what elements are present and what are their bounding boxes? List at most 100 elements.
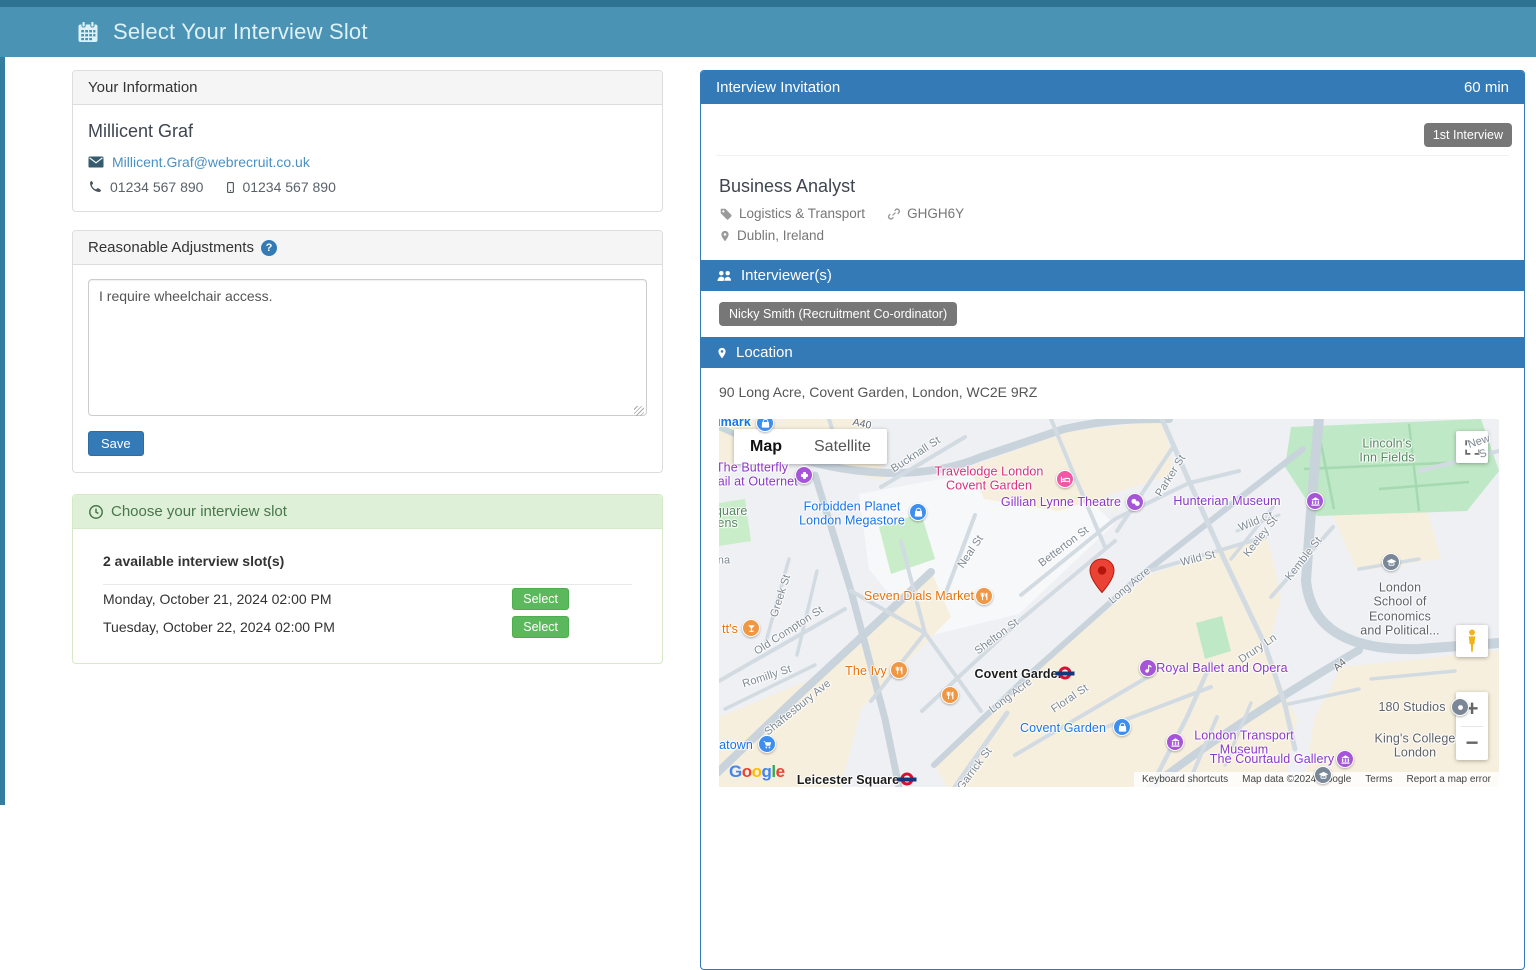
map-museum-icon[interactable] <box>1336 750 1354 768</box>
map-music-icon[interactable] <box>1139 659 1157 677</box>
reasonable-adjustments-title: Reasonable Adjustments <box>88 239 254 256</box>
email-icon <box>88 155 104 169</box>
map-poi-label: Lincoln's Inn Fields <box>1359 437 1414 466</box>
map-street-label: na <box>719 555 730 568</box>
map-poi-label: Forbidden Planet London Megastore <box>799 500 905 529</box>
job-title: Business Analyst <box>719 176 1506 197</box>
map-poi-label: rdens <box>719 516 738 530</box>
map-theatre-icon[interactable] <box>1126 493 1144 511</box>
map-poi-label: Leicester Square <box>797 773 899 787</box>
job-sector: Logistics & Transport <box>739 206 865 221</box>
map-poi-label: London School of Economics and Political… <box>1360 580 1439 638</box>
adjustments-textarea[interactable]: I require wheelchair access. <box>88 279 647 416</box>
map-school-icon[interactable] <box>1314 766 1332 784</box>
map-poi-label: atown <box>719 738 753 752</box>
link-icon <box>887 207 901 221</box>
pegman-control[interactable] <box>1456 625 1488 657</box>
interview-slot-row: Tuesday, October 22, 2024 02:00 PM Selec… <box>73 613 662 641</box>
mobile-icon <box>225 180 236 195</box>
map-type-control: Map Satellite <box>734 429 887 464</box>
map-type-satellite-button[interactable]: Satellite <box>798 438 887 456</box>
select-slot-button[interactable]: Select <box>512 616 569 638</box>
map-canvas[interactable]: Map Satellite + − <box>719 419 1499 787</box>
destination-marker[interactable] <box>1089 558 1116 594</box>
select-slot-button[interactable]: Select <box>512 588 569 610</box>
slot-count: 2 available interview slot(s) <box>73 553 662 569</box>
map-bed-icon[interactable] <box>1056 470 1074 488</box>
map-type-map-button[interactable]: Map <box>734 438 798 456</box>
map-poi-label: The Butterfly Trail at Outernet <box>719 461 798 490</box>
map-poi-label: 180 Studios <box>1378 700 1445 714</box>
save-button[interactable]: Save <box>88 431 144 456</box>
keyboard-shortcuts-link[interactable]: Keyboard shortcuts <box>1142 774 1228 785</box>
map-poi-label: Covent Garden <box>1020 721 1106 735</box>
interviewer-badge: Nicky Smith (Recruitment Co-ordinator) <box>719 302 957 326</box>
map-food-icon[interactable] <box>975 587 993 605</box>
map-poi-label: tt's <box>722 622 738 636</box>
map-studio-icon[interactable] <box>1451 698 1469 716</box>
location-bar: Location <box>701 337 1524 368</box>
map-cart-icon[interactable] <box>758 735 776 753</box>
map-pin-icon <box>719 229 731 243</box>
job-location: Dublin, Ireland <box>737 228 824 243</box>
invitation-title: Interview Invitation <box>716 79 840 96</box>
interviewers-bar: Interviewer(s) <box>701 260 1524 291</box>
your-information-header: Your Information <box>73 71 662 105</box>
people-icon <box>716 268 733 283</box>
map-poi-label: Covent Garden <box>975 667 1066 681</box>
google-logo[interactable]: Google <box>729 762 785 782</box>
map-museum-icon[interactable] <box>1306 492 1324 510</box>
venue-address: 90 Long Acre, Covent Garden, London, WC2… <box>719 384 1506 400</box>
phone-icon <box>88 180 102 194</box>
tag-icon <box>719 207 733 221</box>
zoom-out-button[interactable]: − <box>1456 727 1488 761</box>
interview-invitation-panel: Interview Invitation 60 min 1st Intervie… <box>700 70 1525 970</box>
terms-link[interactable]: Terms <box>1365 774 1392 785</box>
map-bag-icon[interactable] <box>1113 718 1131 736</box>
map-poi-label: imark <box>719 419 751 429</box>
your-information-title: Your Information <box>88 79 198 96</box>
map-poi-label: Travelodge London Covent Garden <box>935 465 1044 494</box>
slot-datetime: Tuesday, October 22, 2024 02:00 PM <box>103 619 335 635</box>
candidate-name: Millicent Graf <box>88 121 647 142</box>
candidate-email-link[interactable]: Millicent.Graf@webrecruit.co.uk <box>112 154 310 170</box>
page-title: Select Your Interview Slot <box>113 19 368 45</box>
interview-slot-row: Monday, October 21, 2024 02:00 PM Select <box>73 585 662 613</box>
page-header: Select Your Interview Slot <box>0 0 1536 57</box>
map-poi-label: Hunterian Museum <box>1173 494 1280 508</box>
map-poi-label: The Ivy <box>845 664 887 678</box>
location-pin-icon <box>716 346 728 360</box>
clock-icon <box>88 504 104 520</box>
stage-badge: 1st Interview <box>1424 123 1512 147</box>
map-museum-icon[interactable] <box>1166 733 1184 751</box>
underground-station-icon[interactable] <box>901 773 914 786</box>
location-title: Location <box>736 344 793 361</box>
map-poi-label: Gillian Lynne Theatre <box>1001 495 1121 509</box>
map-attraction-icon[interactable] <box>795 466 813 484</box>
map-bag-icon[interactable] <box>909 503 927 521</box>
slot-datetime: Monday, October 21, 2024 02:00 PM <box>103 591 332 607</box>
report-error-link[interactable]: Report a map error <box>1407 774 1491 785</box>
map-poi-label: Royal Ballet and Opera <box>1156 661 1287 675</box>
choose-slot-header: Choose your interview slot <box>73 495 662 529</box>
map-data-text: Map data ©2024 Google <box>1242 774 1351 785</box>
choose-slot-title: Choose your interview slot <box>111 503 287 520</box>
map-drink-icon[interactable] <box>742 619 760 637</box>
map-food-icon[interactable] <box>941 686 959 704</box>
map-food-icon[interactable] <box>890 661 908 679</box>
choose-slot-panel: Choose your interview slot 2 available i… <box>72 494 663 664</box>
interviewers-title: Interviewer(s) <box>741 267 832 284</box>
reasonable-adjustments-panel: Reasonable Adjustments ? I require wheel… <box>72 230 663 473</box>
invitation-header: Interview Invitation 60 min <box>701 71 1524 104</box>
job-reference: GHGH6Y <box>907 206 964 221</box>
map-poi-label: King's College London <box>1375 732 1456 761</box>
map-poi-label: Seven Dials Market <box>864 589 974 603</box>
calendar-icon <box>76 20 100 44</box>
map-school-icon[interactable] <box>1382 553 1400 571</box>
candidate-mobile: 01234 567 890 <box>242 179 335 195</box>
underground-station-icon[interactable] <box>1059 667 1072 680</box>
your-information-panel: Your Information Millicent Graf Millicen… <box>72 70 663 212</box>
reasonable-adjustments-header: Reasonable Adjustments ? <box>73 231 662 265</box>
help-icon[interactable]: ? <box>261 240 277 256</box>
candidate-phone: 01234 567 890 <box>110 179 203 195</box>
